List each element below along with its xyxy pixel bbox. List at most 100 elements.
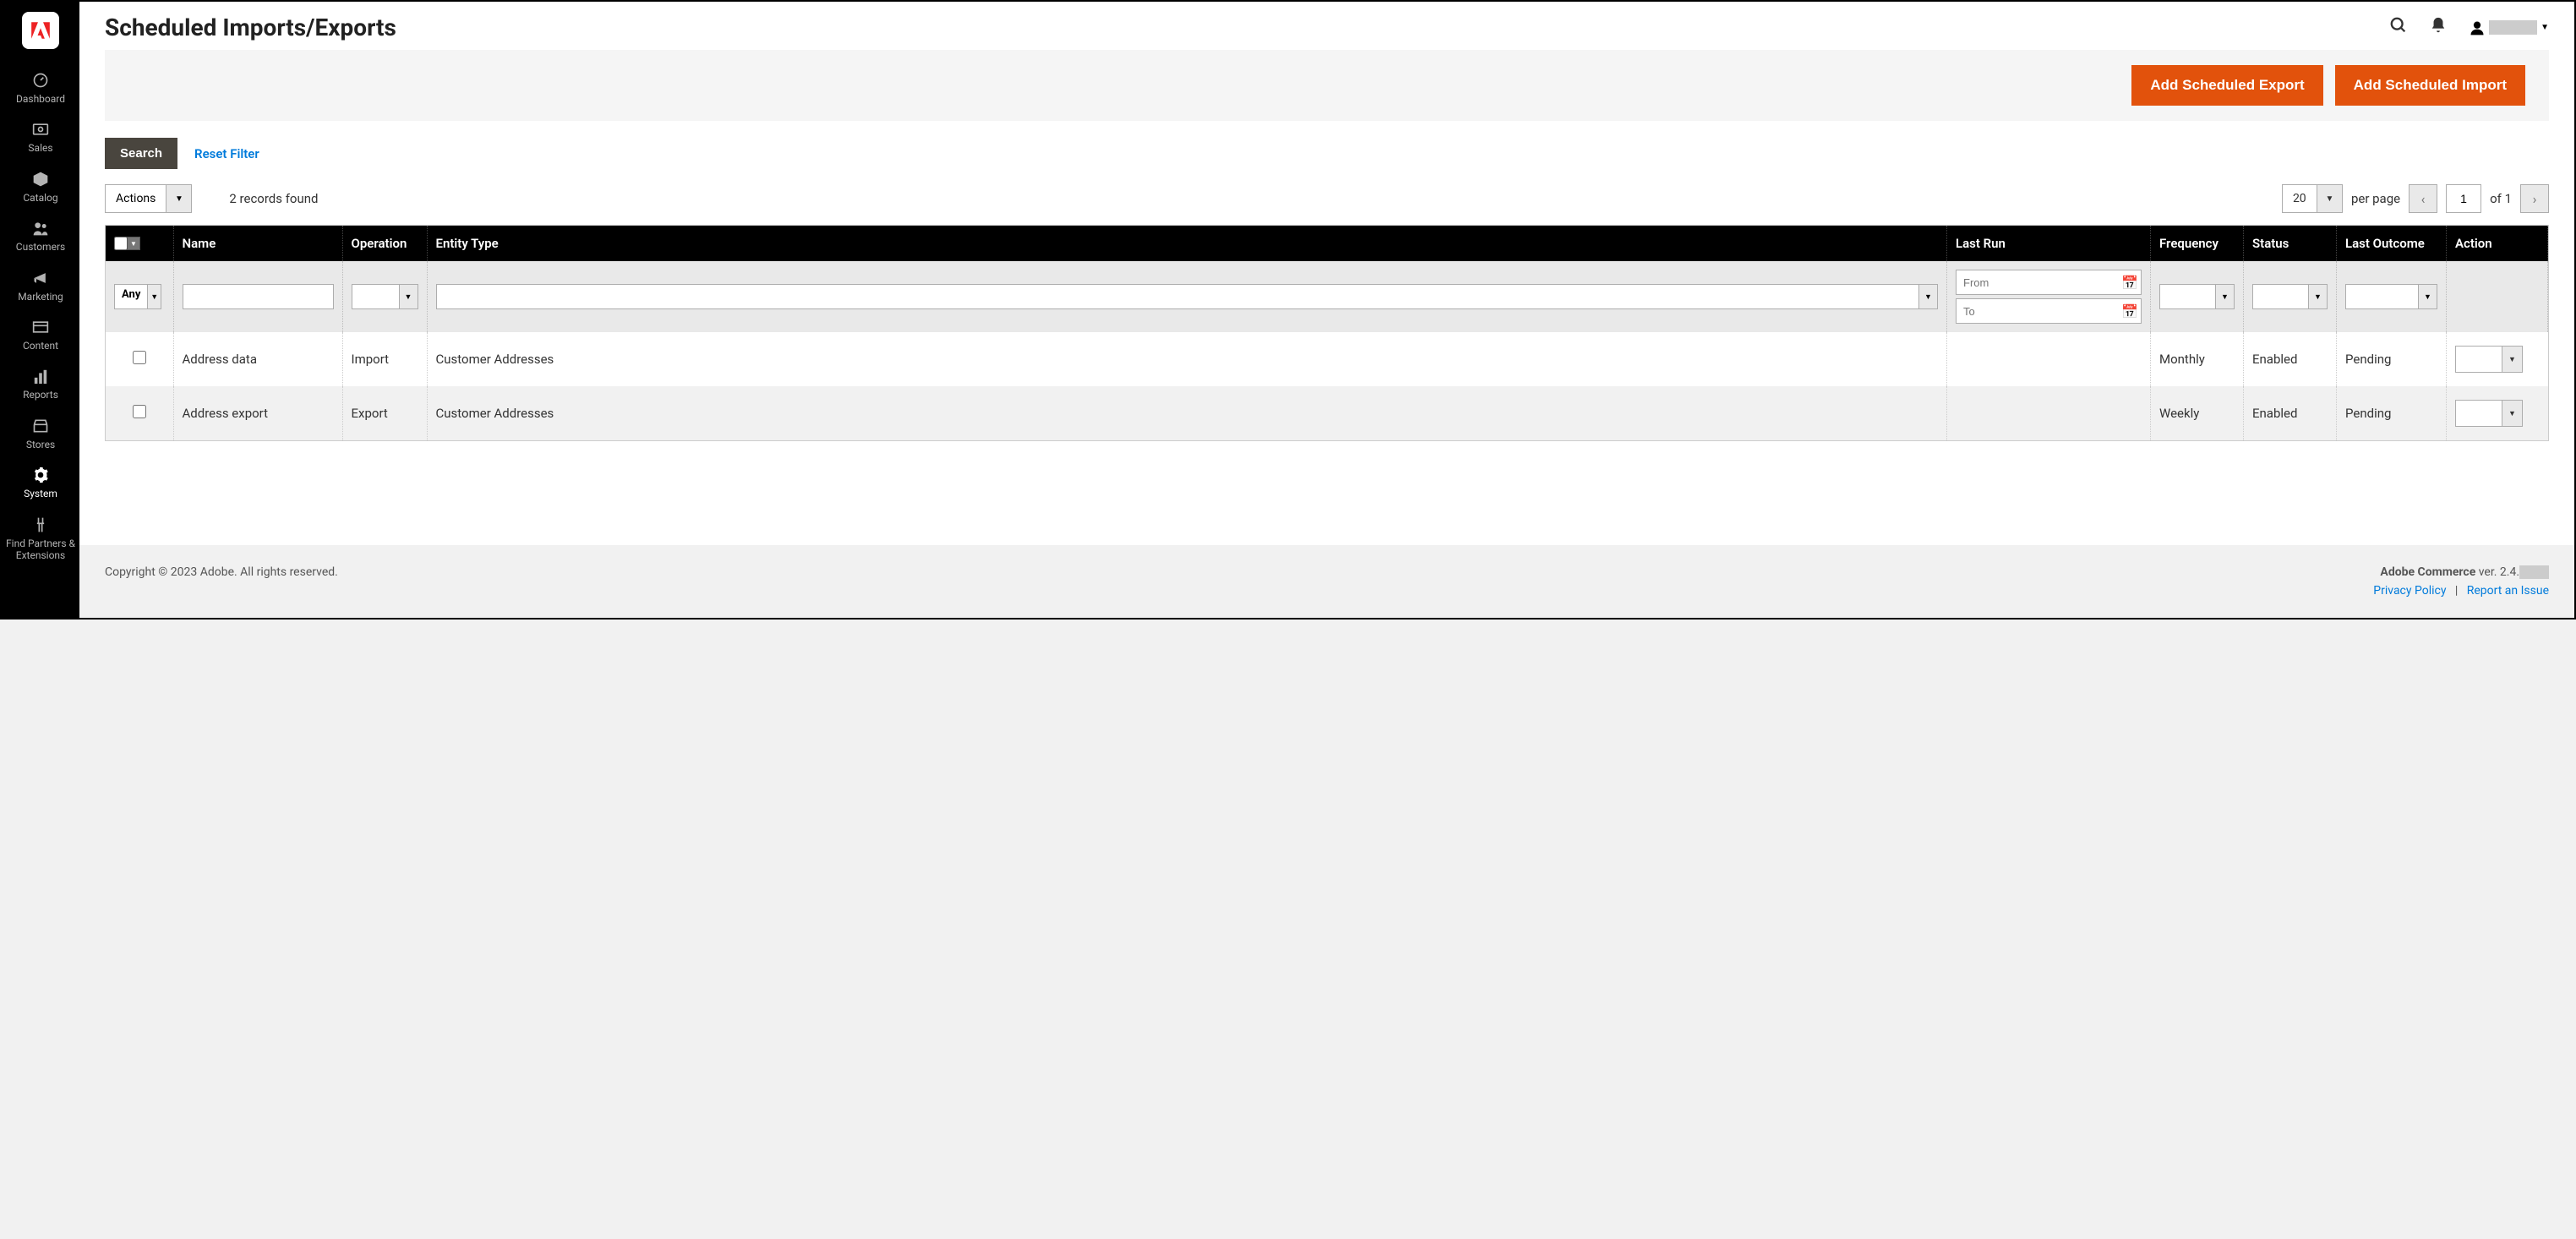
- footer: Copyright © 2023 Adobe. All rights reser…: [79, 545, 2574, 618]
- actions-dropdown[interactable]: Actions ▼: [105, 184, 192, 213]
- row-action-dropdown[interactable]: ▼: [2455, 346, 2523, 373]
- col-header-checkbox: ▼: [106, 226, 173, 261]
- pager: 20 ▼ per page ‹ of 1 ›: [2282, 184, 2549, 213]
- nav-label: Content: [19, 340, 62, 352]
- chevron-down-icon: ▼: [2541, 23, 2549, 32]
- partners-icon: [33, 516, 48, 534]
- per-page-label: per page: [2351, 191, 2400, 206]
- user-icon: [2469, 19, 2486, 36]
- select-all-checkbox[interactable]: [114, 237, 128, 250]
- topbar: Scheduled Imports/Exports user ▼: [79, 2, 2574, 50]
- row-checkbox[interactable]: [133, 405, 146, 418]
- nav-sales[interactable]: Sales: [2, 113, 79, 162]
- filter-entity-type-dropdown[interactable]: ▼: [436, 284, 1939, 309]
- filter-outcome-dropdown[interactable]: ▼: [2345, 284, 2437, 309]
- calendar-icon[interactable]: 📅: [2119, 275, 2141, 291]
- nav-partners[interactable]: Find Partners & Extensions: [2, 509, 79, 570]
- action-bar: Add Scheduled Export Add Scheduled Impor…: [105, 50, 2549, 121]
- date-to-input[interactable]: [1957, 302, 2119, 321]
- add-scheduled-export-button[interactable]: Add Scheduled Export: [2131, 65, 2322, 106]
- row-action-dropdown[interactable]: ▼: [2455, 400, 2523, 427]
- chevron-down-icon: ▼: [2502, 401, 2522, 426]
- search-icon[interactable]: [2389, 16, 2408, 39]
- chevron-down-icon: ▼: [166, 185, 191, 212]
- account-menu[interactable]: user ▼: [2469, 19, 2549, 36]
- marketing-icon: [32, 269, 49, 287]
- records-found: 2 records found: [229, 191, 318, 206]
- account-name: user: [2489, 20, 2537, 35]
- calendar-icon[interactable]: 📅: [2119, 303, 2141, 319]
- actions-value: Actions: [106, 185, 166, 212]
- dashboard-icon: [32, 71, 49, 90]
- nav-marketing[interactable]: Marketing: [2, 262, 79, 311]
- copyright: Copyright © 2023 Adobe. All rights reser…: [105, 565, 338, 598]
- page-of-label: of 1: [2490, 191, 2512, 206]
- cell-entity-type: Customer Addresses: [427, 332, 1947, 386]
- cell-last-run: [1947, 386, 2151, 440]
- next-page-button[interactable]: ›: [2520, 184, 2549, 213]
- reports-icon: [33, 367, 48, 385]
- nav-dashboard[interactable]: Dashboard: [2, 64, 79, 113]
- col-header-last-outcome[interactable]: Last Outcome: [2337, 226, 2447, 261]
- chevron-down-icon: ▼: [2215, 285, 2234, 308]
- nav-stores[interactable]: Stores: [2, 410, 79, 459]
- date-from-input[interactable]: [1957, 273, 2119, 292]
- search-button[interactable]: Search: [105, 138, 177, 169]
- filter-date-to[interactable]: 📅: [1956, 298, 2142, 324]
- main-content: Scheduled Imports/Exports user ▼ Add Sch…: [79, 2, 2574, 618]
- filter-operation-dropdown[interactable]: ▼: [352, 284, 418, 309]
- cell-operation: Export: [342, 386, 427, 440]
- cell-status: Enabled: [2244, 332, 2337, 386]
- customers-icon: [32, 219, 49, 237]
- cell-frequency: Monthly: [2151, 332, 2244, 386]
- nav-label: Reports: [19, 389, 62, 401]
- row-checkbox[interactable]: [133, 351, 146, 364]
- nav-catalog[interactable]: Catalog: [2, 163, 79, 212]
- product-name: Adobe Commerce: [2380, 565, 2475, 579]
- logo[interactable]: [22, 12, 59, 49]
- cell-frequency: Weekly: [2151, 386, 2244, 440]
- col-header-last-run[interactable]: Last Run: [1947, 226, 2151, 261]
- filter-any-dropdown[interactable]: Any▼: [114, 284, 161, 309]
- filter-status-dropdown[interactable]: ▼: [2252, 284, 2328, 309]
- filter-frequency-dropdown[interactable]: ▼: [2159, 284, 2235, 309]
- cell-last-outcome: Pending: [2337, 386, 2447, 440]
- col-header-action: Action: [2447, 226, 2548, 261]
- nav-label: Stores: [23, 439, 58, 450]
- sidebar: Dashboard Sales Catalog Customers Market…: [2, 2, 79, 618]
- nav-system[interactable]: System: [2, 459, 79, 508]
- filter-name-input[interactable]: [183, 284, 334, 309]
- add-scheduled-import-button[interactable]: Add Scheduled Import: [2335, 65, 2525, 106]
- chevron-down-icon: ▼: [1918, 285, 1937, 308]
- nav-reports[interactable]: Reports: [2, 360, 79, 409]
- prev-page-button[interactable]: ‹: [2409, 184, 2437, 213]
- reset-filter-link[interactable]: Reset Filter: [194, 146, 259, 161]
- col-header-operation[interactable]: Operation: [342, 226, 427, 261]
- chevron-down-icon: ▼: [2308, 285, 2327, 308]
- page-title: Scheduled Imports/Exports: [105, 14, 396, 41]
- nav-label: Customers: [13, 241, 68, 253]
- cell-name: Address data: [173, 332, 342, 386]
- cell-name: Address export: [173, 386, 342, 440]
- notifications-icon[interactable]: [2430, 16, 2447, 39]
- cell-status: Enabled: [2244, 386, 2337, 440]
- col-header-entity-type[interactable]: Entity Type: [427, 226, 1947, 261]
- cell-entity-type: Customer Addresses: [427, 386, 1947, 440]
- table-row: Address data Import Customer Addresses M…: [106, 332, 2548, 386]
- cell-last-outcome: Pending: [2337, 332, 2447, 386]
- col-header-name[interactable]: Name: [173, 226, 342, 261]
- page-size-dropdown[interactable]: 20 ▼: [2282, 184, 2343, 213]
- nav-content[interactable]: Content: [2, 311, 79, 360]
- system-icon: [32, 466, 49, 484]
- report-issue-link[interactable]: Report an Issue: [2467, 584, 2549, 598]
- stores-icon: [32, 417, 49, 435]
- col-header-status[interactable]: Status: [2244, 226, 2337, 261]
- table-row: Address export Export Customer Addresses…: [106, 386, 2548, 440]
- nav-customers[interactable]: Customers: [2, 212, 79, 261]
- grid-controls: Actions ▼ 2 records found 20 ▼ per page …: [79, 176, 2574, 225]
- col-header-frequency[interactable]: Frequency: [2151, 226, 2244, 261]
- privacy-policy-link[interactable]: Privacy Policy: [2373, 584, 2446, 598]
- filter-date-from[interactable]: 📅: [1956, 270, 2142, 295]
- select-all-dropdown[interactable]: ▼: [127, 237, 140, 250]
- page-input[interactable]: [2446, 184, 2481, 213]
